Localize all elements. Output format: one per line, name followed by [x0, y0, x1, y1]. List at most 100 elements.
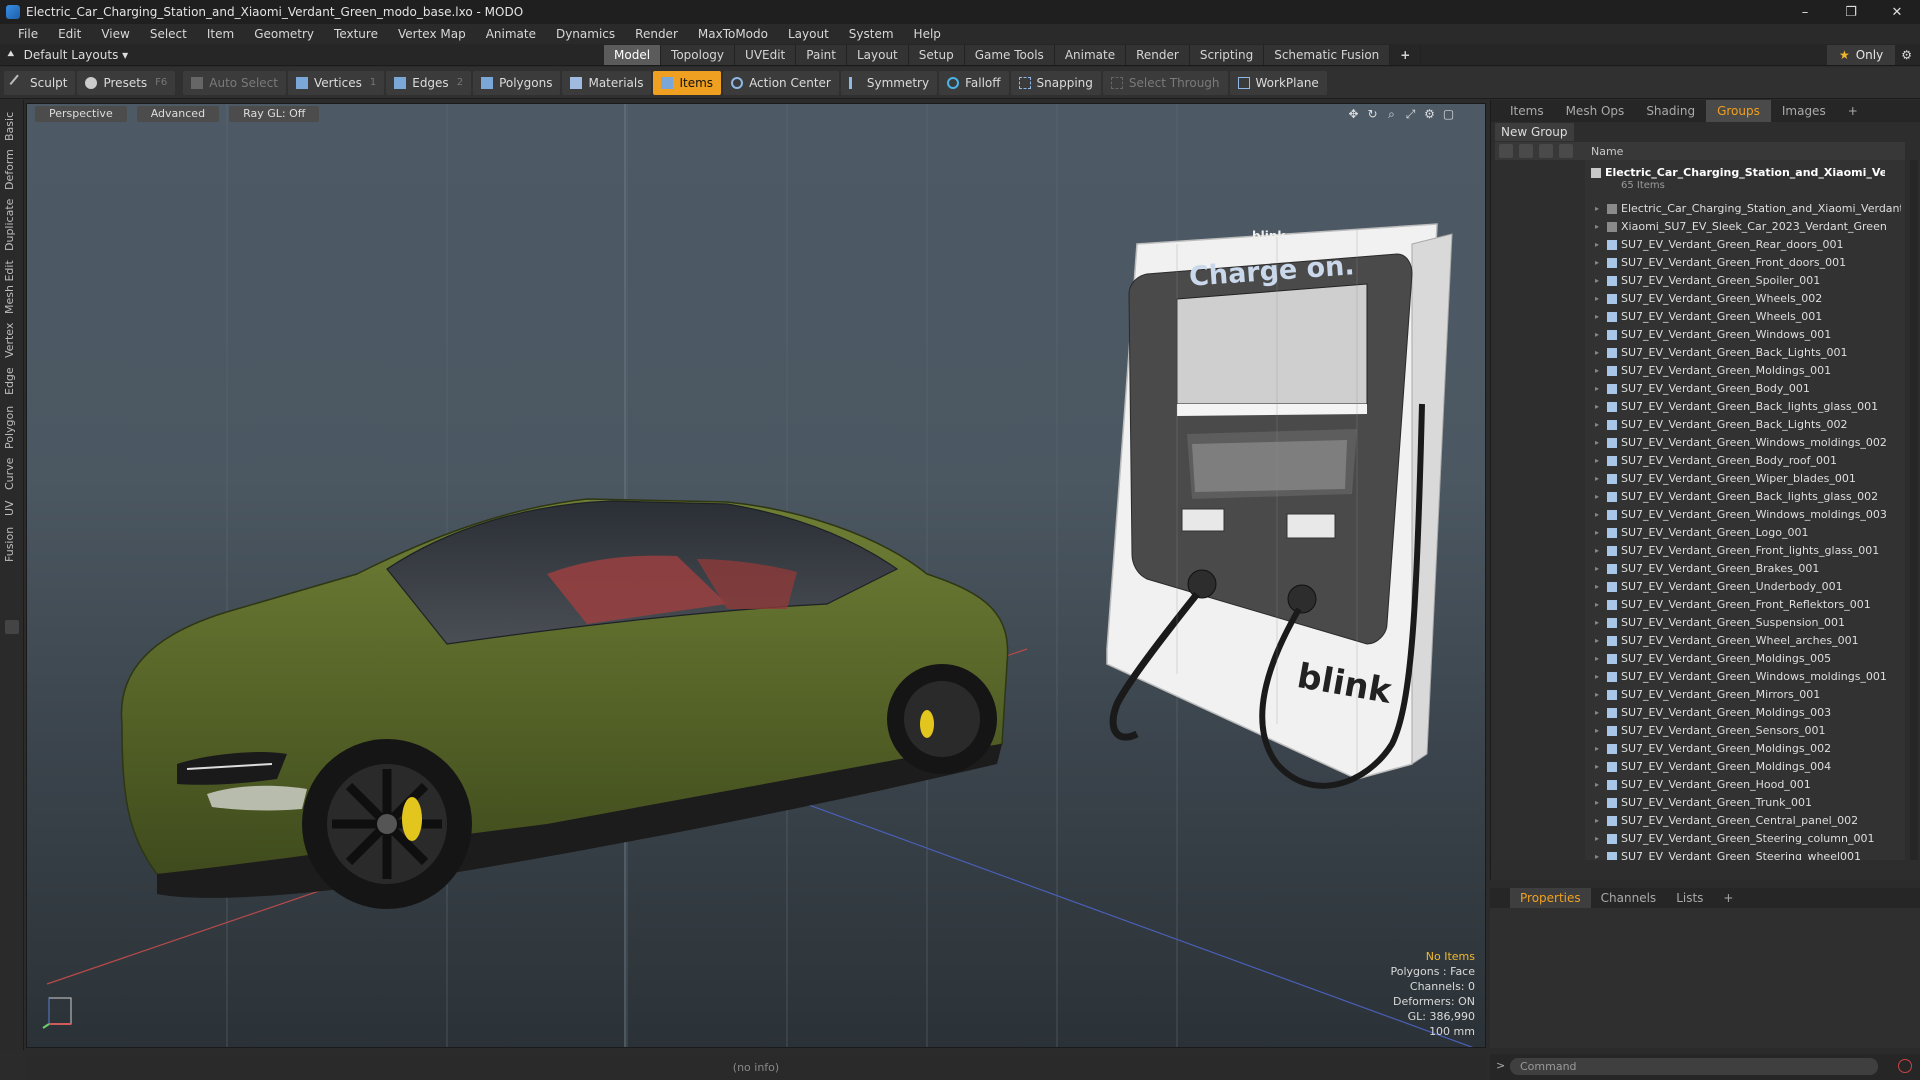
tab-images[interactable]: Images	[1771, 100, 1837, 122]
rotate-view-icon[interactable]: ↻	[1366, 108, 1379, 121]
expand-arrow-icon[interactable]: ▸	[1595, 582, 1599, 591]
expand-arrow-icon[interactable]: ▸	[1595, 528, 1599, 537]
group-item-row[interactable]: ▸ SU7_EV_Verdant_Green_Body_roof_001	[1495, 452, 1905, 470]
sculpt-button[interactable]: Sculpt	[4, 70, 76, 95]
group-item-row[interactable]: ▸ SU7_EV_Verdant_Green_Windows_moldings_0…	[1495, 506, 1905, 524]
menu-animate[interactable]: Animate	[476, 27, 546, 41]
tab-paint[interactable]: Paint	[796, 45, 847, 65]
edges-button[interactable]: Edges 2	[386, 70, 472, 95]
expand-arrow-icon[interactable]: ▸	[1595, 276, 1599, 285]
menu-help[interactable]: Help	[904, 27, 951, 41]
new-group-button[interactable]: New Group	[1495, 123, 1574, 141]
group-item-row[interactable]: ▸ SU7_EV_Verdant_Green_Logo_001	[1495, 524, 1905, 542]
expand-arrow-icon[interactable]: ▸	[1595, 564, 1599, 573]
expand-arrow-icon[interactable]: ▸	[1595, 222, 1599, 231]
symmetry-button[interactable]: Symmetry	[840, 70, 938, 95]
expand-arrow-icon[interactable]: ▸	[1595, 312, 1599, 321]
expand-arrow-icon[interactable]: ▸	[1595, 294, 1599, 303]
vtab-mesh-edit[interactable]: Mesh Edit	[3, 258, 21, 316]
group-item-row[interactable]: ▸ SU7_EV_Verdant_Green_Steering_column_00…	[1495, 830, 1905, 848]
select-through-button[interactable]: Select Through	[1102, 70, 1228, 95]
tab-animate[interactable]: Animate	[1054, 45, 1127, 65]
tab-topology[interactable]: Topology	[661, 45, 736, 65]
zoom-view-icon[interactable]: ⌕	[1385, 108, 1398, 121]
expand-arrow-icon[interactable]: ▸	[1595, 402, 1599, 411]
command-input[interactable]: Command	[1510, 1058, 1878, 1075]
group-item-row[interactable]: ▸ Xiaomi_SU7_EV_Sleek_Car_2023_Verdant_Gr…	[1495, 218, 1905, 236]
group-item-row[interactable]: ▸ Electric_Car_Charging_Station_and_Xiaom…	[1495, 200, 1905, 218]
add-panel-tab-button[interactable]: +	[1837, 100, 1869, 122]
tab-scripting[interactable]: Scripting	[1189, 45, 1265, 65]
group-item-row[interactable]: ▸ SU7_EV_Verdant_Green_Moldings_004	[1495, 758, 1905, 776]
tab-items[interactable]: Items	[1499, 100, 1555, 122]
maximize-viewport-icon[interactable]: ▢	[1442, 108, 1455, 121]
auto-select-button[interactable]: Auto Select	[183, 70, 286, 95]
group-item-row[interactable]: ▸ SU7_EV_Verdant_Green_Back_Lights_002	[1495, 416, 1905, 434]
tab-channels[interactable]: Channels	[1591, 891, 1667, 905]
expand-arrow-icon[interactable]: ▸	[1595, 258, 1599, 267]
add-properties-tab-button[interactable]: +	[1713, 891, 1743, 905]
vertices-button[interactable]: Vertices 1	[287, 70, 385, 95]
expand-arrow-icon[interactable]: ▸	[1595, 546, 1599, 555]
expand-arrow-icon[interactable]: ▸	[1595, 492, 1599, 501]
layout-selector[interactable]: Default Layouts ▾	[24, 48, 129, 62]
menu-view[interactable]: View	[91, 27, 139, 41]
group-item-row[interactable]: ▸ SU7_EV_Verdant_Green_Back_Lights_001	[1495, 344, 1905, 362]
tab-model[interactable]: Model	[604, 45, 662, 65]
root-group-row[interactable]: Electric_Car_Charging_Station_and_Xiaomi…	[1495, 164, 1905, 196]
render-column-icon[interactable]	[1519, 144, 1533, 158]
only-toggle[interactable]: ★ Only	[1826, 45, 1896, 65]
menu-geometry[interactable]: Geometry	[244, 27, 324, 41]
layout-pin-icon[interactable]: ⯅	[6, 47, 16, 62]
expand-arrow-icon[interactable]: ▸	[1595, 744, 1599, 753]
group-item-row[interactable]: ▸ SU7_EV_Verdant_Green_Front_Reflektors_0…	[1495, 596, 1905, 614]
falloff-button[interactable]: Falloff	[939, 70, 1009, 95]
group-item-row[interactable]: ▸ SU7_EV_Verdant_Green_Trunk_001	[1495, 794, 1905, 812]
visibility-column-icon[interactable]	[1499, 144, 1513, 158]
items-button[interactable]: Items	[653, 70, 722, 95]
expand-arrow-icon[interactable]: ▸	[1595, 852, 1599, 860]
vtab-duplicate[interactable]: Duplicate	[3, 196, 21, 254]
action-center-button[interactable]: Action Center	[723, 70, 839, 95]
vtab-edge[interactable]: Edge	[3, 364, 21, 398]
tab-uvedit[interactable]: UVEdit	[735, 45, 797, 65]
expand-arrow-icon[interactable]: ▸	[1595, 834, 1599, 843]
group-item-row[interactable]: ▸ SU7_EV_Verdant_Green_Steering_wheel001	[1495, 848, 1905, 860]
tab-schematic-fusion[interactable]: Schematic Fusion	[1264, 45, 1391, 65]
expand-arrow-icon[interactable]: ▸	[1595, 510, 1599, 519]
expand-arrow-icon[interactable]: ▸	[1595, 600, 1599, 609]
group-item-row[interactable]: ▸ SU7_EV_Verdant_Green_Moldings_005	[1495, 650, 1905, 668]
viewport-settings-icon[interactable]: ⚙	[1423, 108, 1436, 121]
menu-texture[interactable]: Texture	[324, 27, 388, 41]
expand-arrow-icon[interactable]: ▸	[1595, 330, 1599, 339]
expand-arrow-icon[interactable]: ▸	[1595, 798, 1599, 807]
gear-icon[interactable]: ⚙	[1901, 48, 1912, 62]
menu-layout[interactable]: Layout	[778, 27, 839, 41]
group-item-row[interactable]: ▸ SU7_EV_Verdant_Green_Windows_001	[1495, 326, 1905, 344]
expand-arrow-icon[interactable]: ▸	[1595, 420, 1599, 429]
tab-setup[interactable]: Setup	[908, 45, 965, 65]
vtab-fusion[interactable]: Fusion	[3, 524, 21, 564]
vtab-polygon[interactable]: Polygon	[3, 402, 21, 452]
tab-game-tools[interactable]: Game Tools	[964, 45, 1055, 65]
tab-properties[interactable]: Properties	[1510, 888, 1591, 908]
group-item-row[interactable]: ▸ SU7_EV_Verdant_Green_Back_lights_glass_…	[1495, 488, 1905, 506]
vtab-basic[interactable]: Basic	[3, 108, 21, 144]
group-item-row[interactable]: ▸ SU7_EV_Verdant_Green_Central_panel_002	[1495, 812, 1905, 830]
view-mode-button[interactable]: Perspective	[35, 106, 127, 122]
group-item-row[interactable]: ▸ SU7_EV_Verdant_Green_Wheels_002	[1495, 290, 1905, 308]
expand-arrow-icon[interactable]: ▸	[1595, 348, 1599, 357]
group-item-row[interactable]: ▸ SU7_EV_Verdant_Green_Moldings_002	[1495, 740, 1905, 758]
3d-viewport[interactable]: Perspective Advanced Ray GL: Off ✥ ↻ ⌕ ⤢…	[26, 103, 1486, 1048]
menu-maxtomodo[interactable]: MaxToModo	[688, 27, 778, 41]
expand-arrow-icon[interactable]: ▸	[1595, 780, 1599, 789]
add-tab-button[interactable]: +	[1390, 45, 1422, 65]
group-item-row[interactable]: ▸ SU7_EV_Verdant_Green_Mirrors_001	[1495, 686, 1905, 704]
expand-arrow-icon[interactable]: ▸	[1595, 816, 1599, 825]
group-item-row[interactable]: ▸ SU7_EV_Verdant_Green_Wheel_arches_001	[1495, 632, 1905, 650]
vtab-vertex[interactable]: Vertex	[3, 320, 21, 360]
materials-button[interactable]: Materials	[562, 70, 652, 95]
expand-arrow-icon[interactable]: ▸	[1595, 240, 1599, 249]
collapse-toggle[interactable]	[5, 620, 19, 634]
shading-mode-button[interactable]: Advanced	[136, 106, 220, 122]
